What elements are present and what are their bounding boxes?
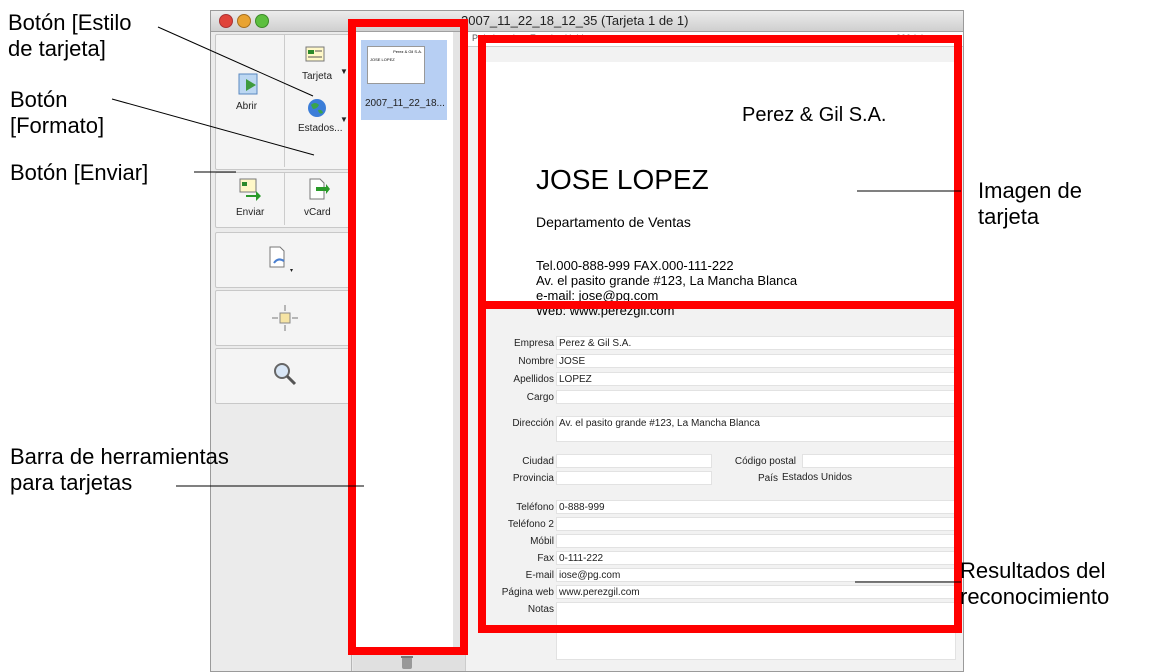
callout-format: Botón [Formato] xyxy=(10,87,105,138)
callout-card-image: Imagen de tarjeta xyxy=(978,178,1082,229)
open-folder-icon xyxy=(238,73,258,95)
card-toolbar: Abrir Tarjeta ▼ Estados... ▼ Enviar vCar… xyxy=(211,32,352,671)
card-toolbar-highlight xyxy=(348,19,468,655)
send-button[interactable]: Enviar xyxy=(220,177,280,223)
fit-card-button[interactable] xyxy=(215,290,351,346)
callout-send: Botón [Enviar] xyxy=(10,160,149,185)
callout-card-toolbar: Barra de herramientas para tarjetas xyxy=(10,444,229,495)
callout-results: Resultados del reconocimiento xyxy=(960,558,1110,609)
card-image-highlight xyxy=(478,35,962,309)
toolbar-group-top: Abrir Tarjeta ▼ Estados... ▼ xyxy=(215,34,351,170)
rotate-page-icon xyxy=(269,246,293,272)
magnifier-icon xyxy=(274,363,297,386)
zoom-button[interactable] xyxy=(215,348,351,404)
vcard-icon xyxy=(309,178,330,200)
open-button[interactable]: Abrir xyxy=(220,71,280,121)
format-button[interactable]: Estados... ▼ xyxy=(288,97,350,147)
callout-card-style: Botón [Estilo de tarjeta] xyxy=(8,10,132,61)
minimize-window-button[interactable] xyxy=(237,14,251,28)
close-window-button[interactable] xyxy=(219,14,233,28)
trash-icon[interactable] xyxy=(399,654,415,670)
card-style-button[interactable]: Tarjeta ▼ xyxy=(288,45,348,95)
crop-arrows-icon xyxy=(272,305,298,331)
dropdown-arrow-icon: ▼ xyxy=(340,115,348,124)
results-highlight xyxy=(478,301,962,633)
zoom-window-button[interactable] xyxy=(255,14,269,28)
vcard-button[interactable]: vCard xyxy=(288,177,348,223)
card-style-icon xyxy=(305,46,325,62)
rotate-button[interactable] xyxy=(215,232,351,288)
window-title: 2007_11_22_18_12_35 (Tarjeta 1 de 1) xyxy=(461,13,689,28)
globe-icon xyxy=(308,99,326,117)
toolbar-group-send: Enviar vCard xyxy=(215,172,351,228)
title-bar: 2007_11_22_18_12_35 (Tarjeta 1 de 1) xyxy=(211,11,963,32)
dropdown-arrow-icon: ▼ xyxy=(340,67,348,76)
send-card-icon xyxy=(239,178,261,201)
